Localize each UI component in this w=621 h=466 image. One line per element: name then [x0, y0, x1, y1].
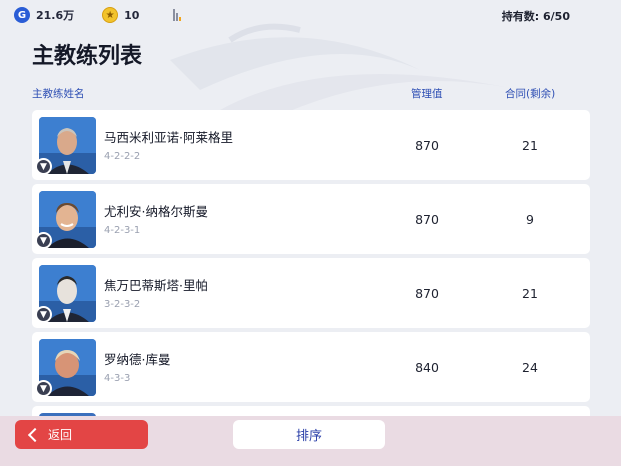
- sort-button-label: 排序: [295, 429, 322, 444]
- pin-icon[interactable]: ▼: [35, 232, 52, 249]
- coin-value: 10: [124, 8, 140, 22]
- coach-rating: 840: [415, 360, 439, 375]
- coin-icon: ★: [102, 7, 119, 23]
- back-button[interactable]: 返回: [15, 420, 148, 449]
- coach-rating: 870: [415, 138, 439, 153]
- coach-formation: 4-2-3-1: [104, 225, 141, 236]
- coach-contract: 21: [522, 286, 538, 301]
- coach-row[interactable]: ▼ 尤利安·纳格尔斯曼 4-2-3-1 870 9: [32, 184, 590, 254]
- owned-count: 持有数: 6/50: [501, 10, 570, 23]
- gp-value: 21.6万: [36, 9, 75, 22]
- coach-formation: 4-3-3: [104, 373, 131, 384]
- coach-rating: 870: [415, 212, 439, 227]
- sort-button[interactable]: 排序: [233, 420, 385, 449]
- stats-bars-icon[interactable]: [173, 9, 182, 21]
- coach-name: 尤利安·纳格尔斯曼: [104, 204, 208, 219]
- pin-icon[interactable]: ▼: [35, 306, 52, 323]
- column-header-contract[interactable]: 合同(剩余): [505, 86, 555, 101]
- coach-list[interactable]: ▼ 马西米利亚诺·阿莱格里 4-2-2-2 870 21 ▼ 尤利安·纳格尔斯曼…: [32, 110, 590, 416]
- coach-name: 罗纳德·库曼: [104, 352, 171, 367]
- coach-row[interactable]: ▼ 焦万巴蒂斯塔·里帕 3-2-3-2 870 21: [32, 258, 590, 328]
- coach-contract: 9: [526, 212, 534, 227]
- coach-formation: 4-2-2-2: [104, 151, 141, 162]
- column-header-rating[interactable]: 管理值: [411, 86, 443, 101]
- coach-contract: 21: [522, 138, 538, 153]
- coach-formation: 3-2-3-2: [104, 299, 141, 310]
- gp-icon: G: [14, 7, 30, 23]
- coach-row[interactable]: ▼ 马西米利亚诺·阿莱格里 4-2-2-2 870 21: [32, 110, 590, 180]
- page-title: 主教练列表: [32, 44, 143, 69]
- coach-name: 焦万巴蒂斯塔·里帕: [104, 278, 208, 293]
- chevron-left-icon: [27, 427, 43, 442]
- coach-row[interactable]: ▼ 罗纳德·库曼 4-3-3 840 24: [32, 332, 590, 402]
- back-button-label: 返回: [48, 428, 73, 442]
- coach-rating: 870: [415, 286, 439, 301]
- coach-name: 马西米利亚诺·阿莱格里: [104, 130, 233, 145]
- coach-contract: 24: [522, 360, 538, 375]
- column-header-name[interactable]: 主教练姓名: [32, 86, 85, 101]
- pin-icon[interactable]: ▼: [35, 158, 52, 175]
- pin-icon[interactable]: ▼: [35, 380, 52, 397]
- coach-row-partial[interactable]: [32, 406, 590, 416]
